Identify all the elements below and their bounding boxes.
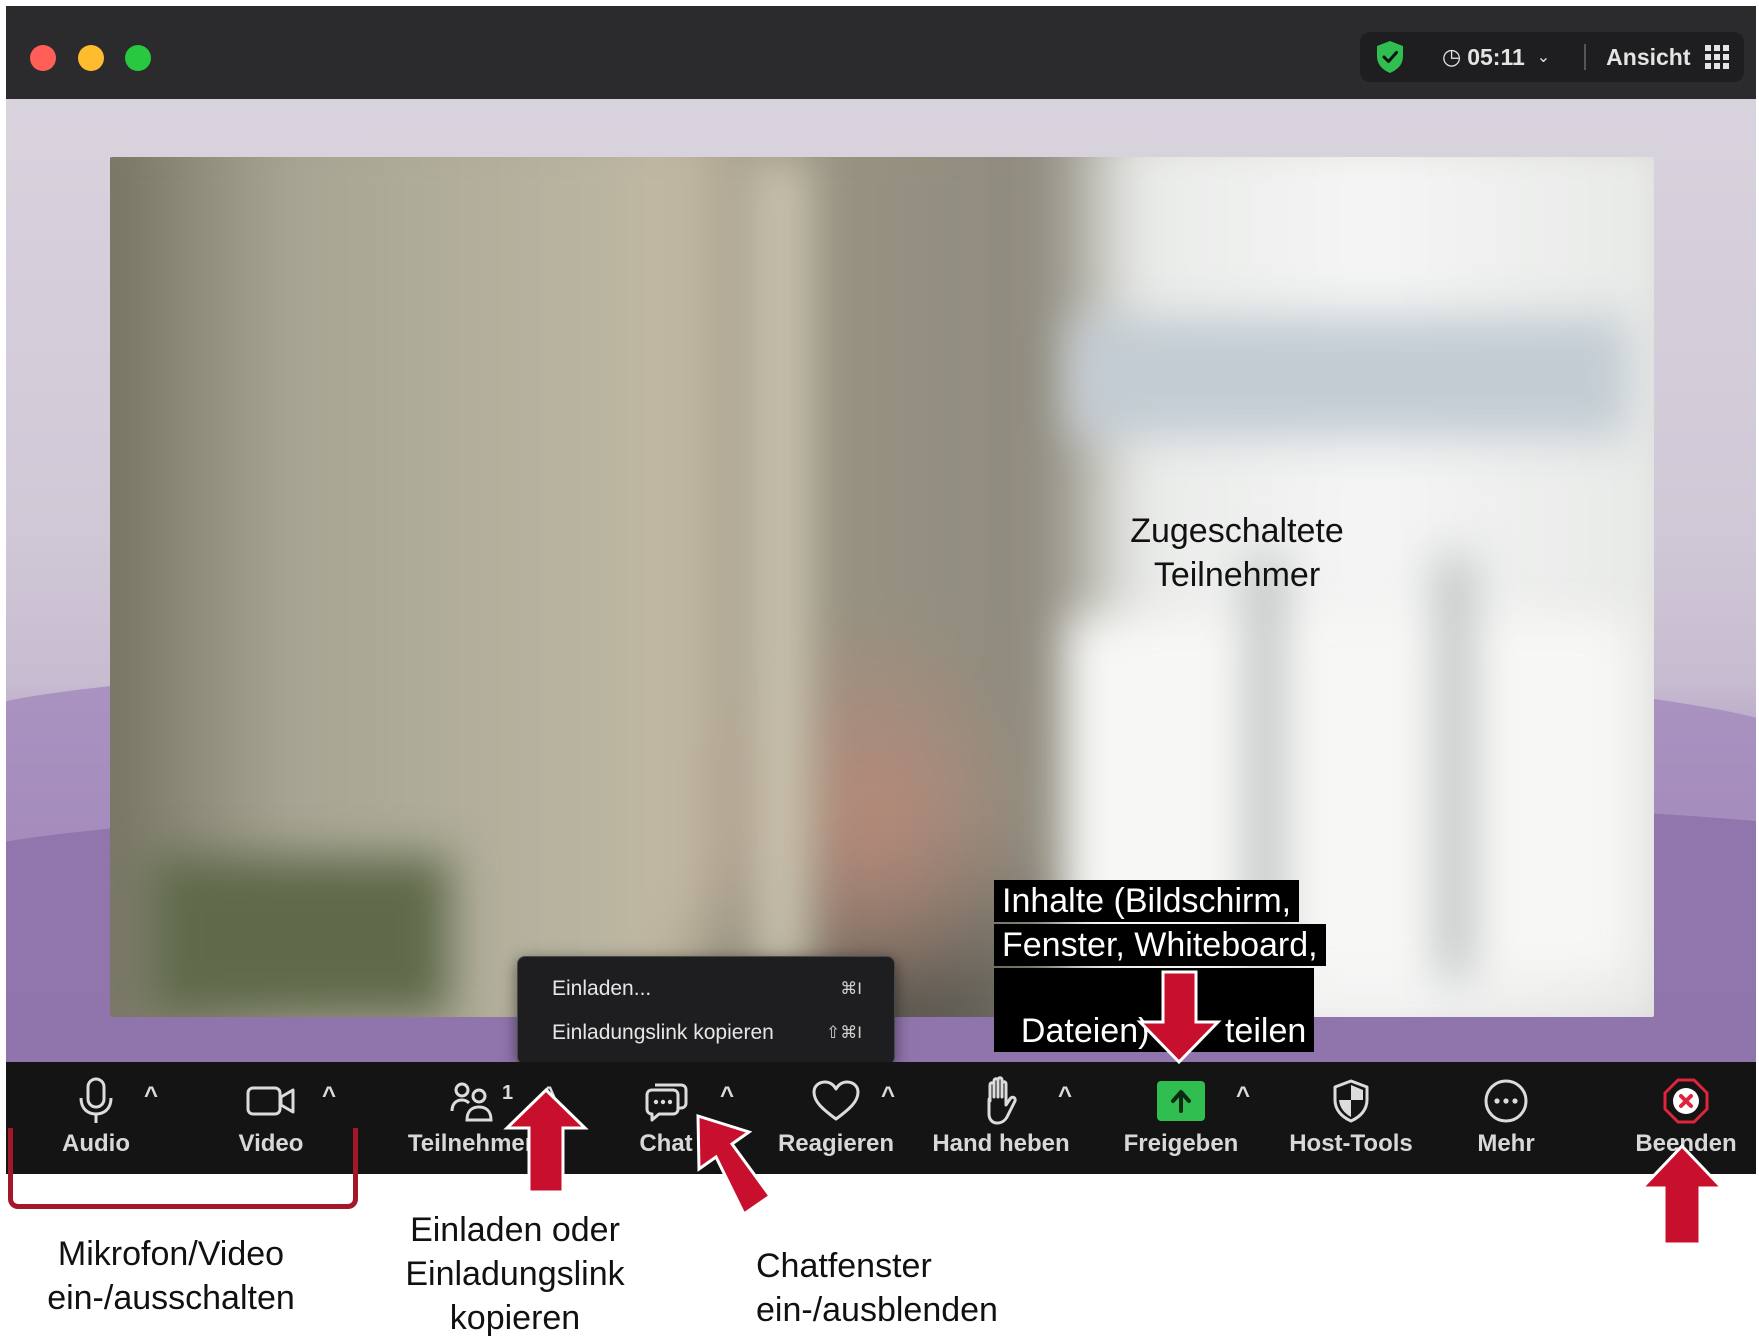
arrow-to-end: [1638, 1143, 1726, 1246]
arrow-to-share: [1136, 970, 1222, 1065]
arrow-to-chat: [696, 1113, 773, 1217]
annotation-text: kopieren: [449, 1299, 581, 1337]
invite-annotation: Einladen oder Einladungslink kopieren: [380, 1208, 650, 1340]
mic-video-annotation: Mikrofon/Video ein-/ausschalten: [26, 1232, 316, 1320]
arrow-to-participants: [503, 1087, 589, 1194]
annotation-text: ein-/ausblenden: [756, 1291, 998, 1329]
annotation-text: ein-/ausschalten: [47, 1279, 295, 1317]
annotation-text: Mikrofon/Video: [57, 1235, 285, 1273]
annotation-text: Chatfenster: [756, 1247, 932, 1285]
annotation-text: Einladen oder: [410, 1211, 620, 1249]
chat-annotation: Chatfenster ein-/ausblenden: [756, 1244, 1036, 1332]
annotation-arrows: [503, 970, 1726, 1246]
annotation-text: Einladungslink: [405, 1255, 625, 1293]
